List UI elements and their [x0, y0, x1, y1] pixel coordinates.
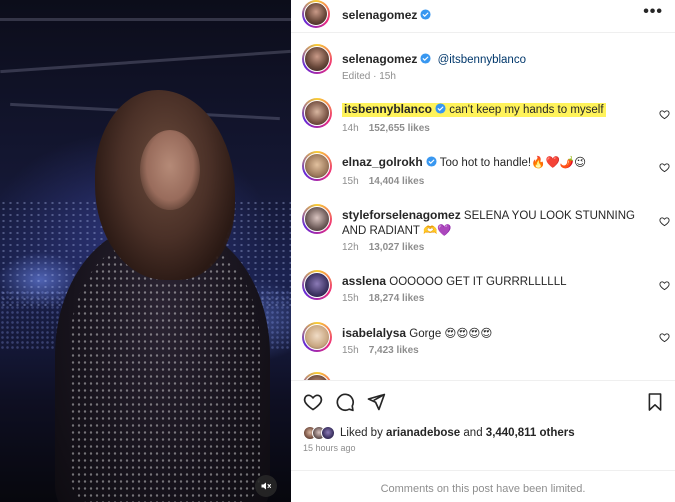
like-heart-icon[interactable]: [659, 332, 670, 343]
comment-text: asslena OOOOOO GET IT GURRRLLLLLL: [342, 274, 652, 290]
comment-body: Gorge 😍😍😍😍: [409, 328, 493, 340]
liked-by-and: and: [463, 427, 483, 439]
comment-username[interactable]: asslena: [342, 274, 386, 288]
avatar[interactable]: [302, 322, 332, 352]
photo-rafter: [0, 49, 291, 74]
comment-highlight: itsbennyblanco can't keep my hands to my…: [342, 102, 606, 117]
post-username[interactable]: selenagomez: [342, 8, 431, 22]
photo-face: [140, 130, 200, 210]
post-time-ago[interactable]: 15 hours ago: [303, 443, 356, 453]
edited-label: Edited: [342, 71, 371, 82]
comment-time: 15h: [342, 293, 359, 304]
like-heart-icon[interactable]: [302, 392, 324, 412]
caption-mention-link[interactable]: @itsbennyblanco: [438, 54, 526, 66]
caption-meta: Edited · 15h: [342, 71, 396, 82]
share-send-icon[interactable]: [366, 392, 386, 412]
speaker-muted-icon: [261, 482, 271, 490]
comment-time: 12h: [342, 242, 359, 253]
post-header: selenagomez •••: [291, 0, 675, 30]
more-options-button[interactable]: •••: [643, 4, 663, 20]
comment-text: styleforselenagomez SELENA YOU LOOK STUN…: [342, 208, 652, 238]
comment-username[interactable]: styleforselenagomez: [342, 208, 461, 222]
post-photo[interactable]: [0, 0, 291, 502]
post-panel: selenagomez ••• selenagomez @itsbennybla…: [291, 0, 675, 502]
comment-bubble-icon[interactable]: [335, 392, 355, 412]
like-heart-icon[interactable]: [659, 216, 670, 227]
comments-limited-notice: Comments on this post have been limited.: [380, 483, 586, 495]
liker-avatar: [321, 426, 335, 440]
liked-by-prefix: Liked by: [340, 427, 383, 439]
verified-badge-icon: [426, 156, 437, 167]
comment-meta: 15h 7,423 likes: [342, 345, 419, 356]
liked-by-user[interactable]: arianadebose: [386, 427, 460, 439]
avatar[interactable]: [302, 151, 332, 181]
comments-list: selenagomez @itsbennyblanco Edited · 15h…: [291, 32, 675, 380]
comment-likes[interactable]: 14,404 likes: [369, 176, 425, 187]
comment-username[interactable]: isabelalysa: [342, 326, 406, 340]
caption-username[interactable]: selenagomez: [342, 52, 417, 66]
mute-button[interactable]: [255, 475, 277, 497]
comment-username[interactable]: elnaz_golrokh: [342, 155, 423, 169]
avatar[interactable]: [302, 270, 332, 300]
comment-text: elnaz_golrokh Too hot to handle!🔥❤️🌶️😉: [342, 155, 652, 171]
comment-meta: 14h 152,655 likes: [342, 123, 430, 134]
verified-badge-icon: [420, 9, 431, 20]
liked-by-row[interactable]: Liked by arianadebose and 3,440,811 othe…: [303, 424, 575, 442]
comment-meta: 15h 18,274 likes: [342, 293, 424, 304]
like-heart-icon[interactable]: [659, 109, 670, 120]
footer-divider: [291, 470, 675, 471]
liked-by-text[interactable]: Liked by arianadebose and 3,440,811 othe…: [340, 427, 575, 439]
action-bar: [291, 390, 675, 414]
comment-likes[interactable]: 13,027 likes: [369, 242, 425, 253]
comment-likes[interactable]: 18,274 likes: [369, 293, 425, 304]
caption-text: selenagomez @itsbennyblanco: [342, 52, 652, 68]
comment-username[interactable]: itsbennyblanco: [344, 102, 432, 116]
comment-meta: 15h 14,404 likes: [342, 176, 424, 187]
comment-likes[interactable]: 152,655 likes: [369, 123, 430, 134]
comment-time: 15h: [342, 345, 359, 356]
caption-time: 15h: [379, 71, 396, 82]
actions-divider: [291, 380, 675, 381]
photo-rafter: [0, 18, 291, 21]
comment-text: itsbennyblanco can't keep my hands to my…: [342, 102, 652, 118]
comment-body: OOOOOO GET IT GURRRLLLLLL: [389, 276, 567, 288]
verified-badge-icon: [420, 53, 431, 64]
liked-by-count[interactable]: 3,440,811 others: [486, 427, 575, 439]
like-heart-icon[interactable]: [659, 280, 670, 291]
bookmark-save-icon[interactable]: [647, 392, 663, 412]
verified-badge-icon: [435, 103, 446, 114]
avatar[interactable]: [302, 44, 332, 74]
comment-body: Too hot to handle!🔥❤️🌶️😉: [439, 157, 587, 169]
avatar[interactable]: [302, 0, 330, 28]
comment-body: can't keep my hands to myself: [449, 104, 604, 116]
comment-likes[interactable]: 7,423 likes: [369, 345, 419, 356]
post-username-text[interactable]: selenagomez: [342, 8, 417, 22]
avatar[interactable]: [302, 98, 332, 128]
avatar[interactable]: [302, 372, 332, 380]
comment-time: 15h: [342, 176, 359, 187]
comment-time: 14h: [342, 123, 359, 134]
avatar[interactable]: [302, 204, 332, 234]
comment-text: isabelalysa Gorge 😍😍😍😍: [342, 326, 652, 342]
like-heart-icon[interactable]: [659, 162, 670, 173]
comment-meta: 12h 13,027 likes: [342, 242, 424, 253]
